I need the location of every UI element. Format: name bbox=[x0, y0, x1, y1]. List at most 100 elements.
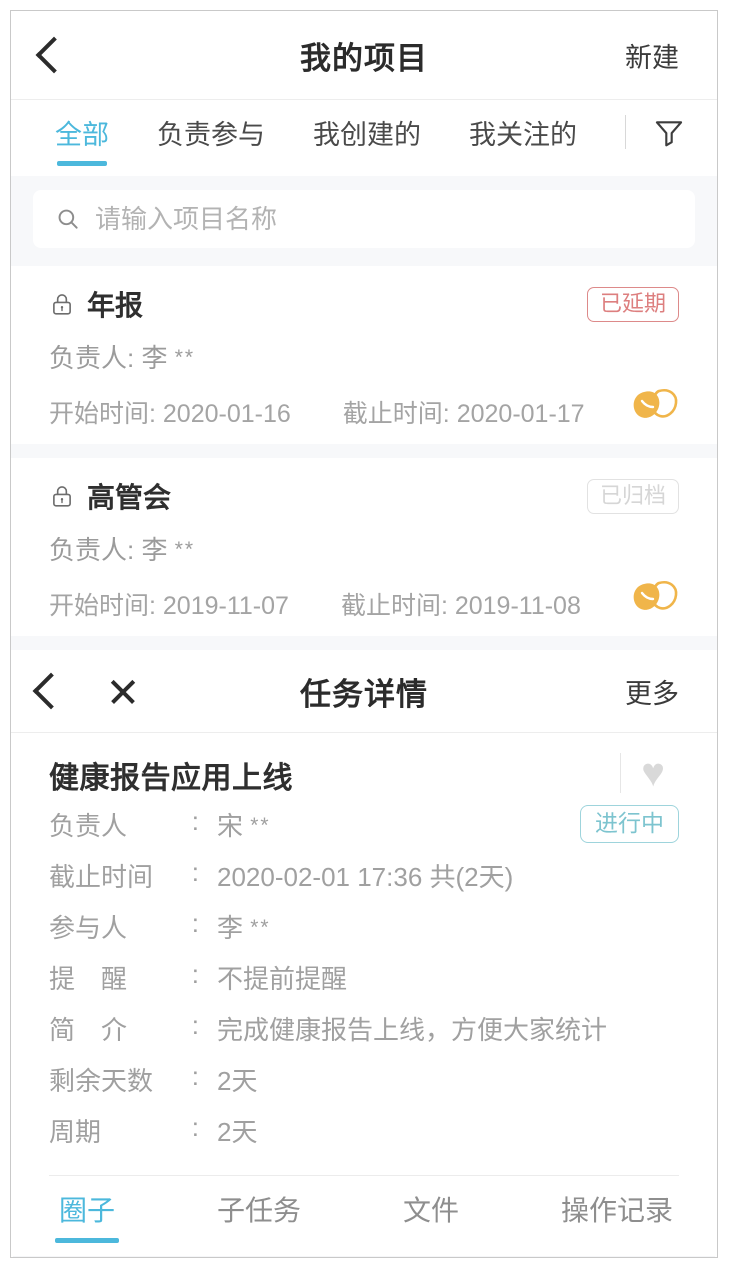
project-end-label: 截止时间: bbox=[341, 592, 448, 620]
project-start-label: 开始时间: bbox=[49, 592, 156, 620]
project-owner-mask: ** bbox=[175, 538, 195, 561]
project-list-screen: 我的项目 新建 全部 负责参与 我创建的 我关注的 bbox=[11, 11, 717, 650]
task-field-value-mask: ** bbox=[250, 814, 270, 837]
list-separator bbox=[11, 444, 717, 458]
task-bottom-tab-bar: 圈子 子任务 文件 操作记录 bbox=[11, 1176, 717, 1256]
project-tab-bar: 全部 负责参与 我创建的 我关注的 bbox=[11, 100, 717, 176]
project-nav-bar: 我的项目 新建 bbox=[11, 11, 717, 100]
status-badge: 已延期 bbox=[587, 287, 679, 322]
favorite-button[interactable]: ♥ bbox=[620, 753, 679, 793]
task-field-owner: 负责人: 宋 ** bbox=[49, 806, 271, 843]
page-title: 我的项目 bbox=[11, 33, 717, 78]
colon: : bbox=[192, 959, 199, 996]
project-header-row: 高管会 已归档 bbox=[49, 476, 679, 516]
lock-icon bbox=[49, 291, 75, 317]
project-start-value: 2020-01-16 bbox=[163, 400, 291, 428]
task-field-key-text: 参与人 bbox=[49, 908, 127, 945]
bottom-content-band bbox=[13, 1256, 715, 1258]
heart-icon: ♥ bbox=[641, 753, 665, 793]
task-field-key: 截止时间: bbox=[49, 857, 199, 894]
phone-frame: 我的项目 新建 全部 负责参与 我创建的 我关注的 bbox=[10, 10, 718, 1258]
project-end-label: 截止时间: bbox=[343, 400, 450, 428]
task-field-key-text: 负责人 bbox=[49, 806, 127, 843]
task-field-key-text: 截止时间 bbox=[49, 857, 153, 894]
task-field-cycle: 周期: 2天 bbox=[49, 1112, 679, 1149]
task-field-key-text: 简 介 bbox=[49, 1010, 127, 1047]
task-field-key: 负责人: bbox=[49, 806, 199, 843]
project-start-time: 开始时间: 2020-01-16 bbox=[49, 394, 291, 430]
project-header-row: 年报 已延期 bbox=[49, 284, 679, 324]
tab-created-by-me[interactable]: 我创建的 bbox=[313, 113, 421, 164]
task-status-badge: 进行中 bbox=[580, 805, 679, 843]
task-field-value-mask: ** bbox=[250, 916, 270, 939]
more-button[interactable]: 更多 bbox=[625, 672, 679, 711]
colon: : bbox=[192, 1010, 199, 1047]
project-time-row: 开始时间: 2020-01-16 截止时间: 2020-01-17 bbox=[49, 387, 679, 430]
project-owner-label: 负责人: bbox=[49, 535, 134, 565]
project-name: 年报 bbox=[87, 284, 143, 324]
tab-activity-log[interactable]: 操作记录 bbox=[561, 1189, 673, 1243]
task-field-value-text: 2020-02-01 17:36 共(2天) bbox=[217, 862, 513, 892]
project-start-time: 开始时间: 2019-11-07 bbox=[49, 586, 289, 622]
task-close-button[interactable] bbox=[91, 677, 153, 705]
project-list-item[interactable]: 年报 已延期 负责人: 李 ** 开始时间: 2020-01-16 截止时间: … bbox=[11, 266, 717, 444]
task-field-value: 完成健康报告上线，方便大家统计 bbox=[217, 1010, 607, 1047]
project-end-value: 2020-01-17 bbox=[457, 400, 585, 428]
colon: : bbox=[192, 806, 199, 843]
task-field-value: 宋 ** bbox=[217, 806, 271, 843]
project-end-time: 截止时间: 2019-11-08 bbox=[341, 586, 581, 622]
task-field-value-text: 宋 bbox=[217, 811, 243, 841]
task-field-deadline: 截止时间: 2020-02-01 17:36 共(2天) bbox=[49, 857, 679, 894]
tab-divider bbox=[625, 115, 626, 149]
new-project-button[interactable]: 新建 bbox=[625, 36, 679, 75]
task-nav-bar: 任务详情 更多 bbox=[11, 650, 717, 733]
task-field-key-text: 周期 bbox=[49, 1112, 101, 1149]
task-field-value-text: 2天 bbox=[217, 1117, 257, 1147]
task-field-value: 不提前提醒 bbox=[217, 959, 347, 996]
task-field-days-left: 剩余天数: 2天 bbox=[49, 1061, 679, 1098]
filter-button[interactable] bbox=[652, 115, 686, 149]
status-badge: 已归档 bbox=[587, 479, 679, 514]
task-field-participants: 参与人: 李 ** bbox=[49, 908, 679, 945]
task-owner-row: 负责人: 宋 ** 进行中 bbox=[49, 805, 679, 843]
search-input[interactable] bbox=[95, 204, 695, 235]
task-detail-screen: 任务详情 更多 健康报告应用上线 ♥ 负责人: 宋 ** bbox=[11, 650, 717, 1258]
colon: : bbox=[192, 857, 199, 894]
project-owner: 负责人: 李 ** bbox=[49, 338, 679, 375]
chevron-left-icon bbox=[36, 37, 73, 74]
project-time-row: 开始时间: 2019-11-07 截止时间: 2019-11-08 bbox=[49, 579, 679, 622]
task-field-key: 参与人: bbox=[49, 908, 199, 945]
back-button[interactable] bbox=[11, 42, 97, 68]
tab-followed[interactable]: 我关注的 bbox=[469, 113, 577, 164]
tab-subtasks[interactable]: 子任务 bbox=[217, 1189, 301, 1243]
chevron-left-icon bbox=[33, 673, 70, 710]
project-end-value: 2019-11-08 bbox=[455, 592, 581, 620]
tab-all[interactable]: 全部 bbox=[55, 113, 109, 164]
peanut-icon bbox=[629, 579, 679, 620]
screen-separator bbox=[11, 636, 717, 650]
lock-icon bbox=[49, 483, 75, 509]
project-start-value: 2019-11-07 bbox=[163, 592, 289, 620]
tab-responsible[interactable]: 负责参与 bbox=[157, 113, 265, 164]
funnel-filter-icon bbox=[652, 115, 686, 149]
task-field-value-text: 不提前提醒 bbox=[217, 964, 347, 994]
search-icon bbox=[55, 206, 81, 232]
task-field-key: 简 介: bbox=[49, 1010, 199, 1047]
project-owner-name: 李 bbox=[141, 343, 167, 373]
task-field-value-text: 完成健康报告上线，方便大家统计 bbox=[217, 1015, 607, 1045]
close-icon bbox=[108, 677, 136, 705]
task-field-value: 2天 bbox=[217, 1112, 257, 1149]
task-field-value: 李 ** bbox=[217, 908, 271, 945]
peanut-icon bbox=[629, 387, 679, 428]
task-field-key: 提 醒: bbox=[49, 959, 199, 996]
project-owner-mask: ** bbox=[175, 346, 195, 369]
task-field-value: 2天 bbox=[217, 1061, 257, 1098]
project-owner-name: 李 bbox=[141, 535, 167, 565]
search-box[interactable] bbox=[33, 190, 695, 248]
task-back-button[interactable] bbox=[11, 678, 91, 704]
tab-circle[interactable]: 圈子 bbox=[59, 1189, 115, 1243]
tab-files[interactable]: 文件 bbox=[403, 1189, 459, 1243]
task-field-value-text: 2天 bbox=[217, 1066, 257, 1096]
project-list-item[interactable]: 高管会 已归档 负责人: 李 ** 开始时间: 2019-11-07 截止时间:… bbox=[11, 458, 717, 636]
colon: : bbox=[192, 1112, 199, 1149]
